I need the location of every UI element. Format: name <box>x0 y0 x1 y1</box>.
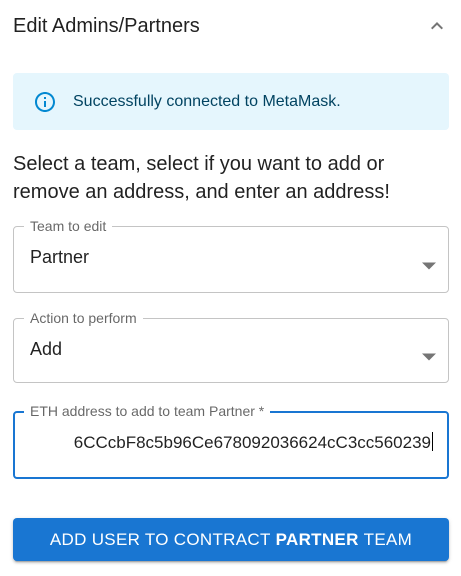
dropdown-arrow-icon[interactable] <box>422 348 436 361</box>
alert-message: Successfully connected to MetaMask. <box>73 92 341 110</box>
instructions-text: Select a team, select if you want to add… <box>13 153 390 203</box>
team-select-value: Partner <box>30 247 90 267</box>
chevron-up-icon[interactable] <box>425 14 449 38</box>
eth-address-value: 6CCcbF8c5b96Ce678092036624cC3cc560239 <box>73 433 431 452</box>
panel-title: Edit Admins/Partners <box>13 14 200 37</box>
text-cursor <box>432 432 433 451</box>
team-select[interactable]: Team to edit Partner <box>13 218 449 293</box>
connection-alert: Successfully connected to MetaMask. <box>13 73 449 130</box>
dropdown-arrow-icon[interactable] <box>422 257 436 270</box>
action-select-label: Action to perform <box>24 310 143 326</box>
panel-header[interactable]: Edit Admins/Partners <box>13 0 449 52</box>
team-select-label: Team to edit <box>24 218 113 234</box>
eth-address-input[interactable]: 6CCcbF8c5b96Ce678092036624cC3cc560239 <box>29 431 433 459</box>
eth-address-label: ETH address to add to team Partner * <box>24 403 271 419</box>
action-select-value: Add <box>30 339 63 359</box>
add-user-button[interactable]: ADD USER TO CONTRACT PARTNER TEAM <box>13 518 449 561</box>
action-select[interactable]: Action to perform Add <box>13 310 449 383</box>
eth-address-field[interactable]: ETH address to add to team Partner * 6CC… <box>13 403 449 479</box>
info-icon <box>33 90 57 114</box>
